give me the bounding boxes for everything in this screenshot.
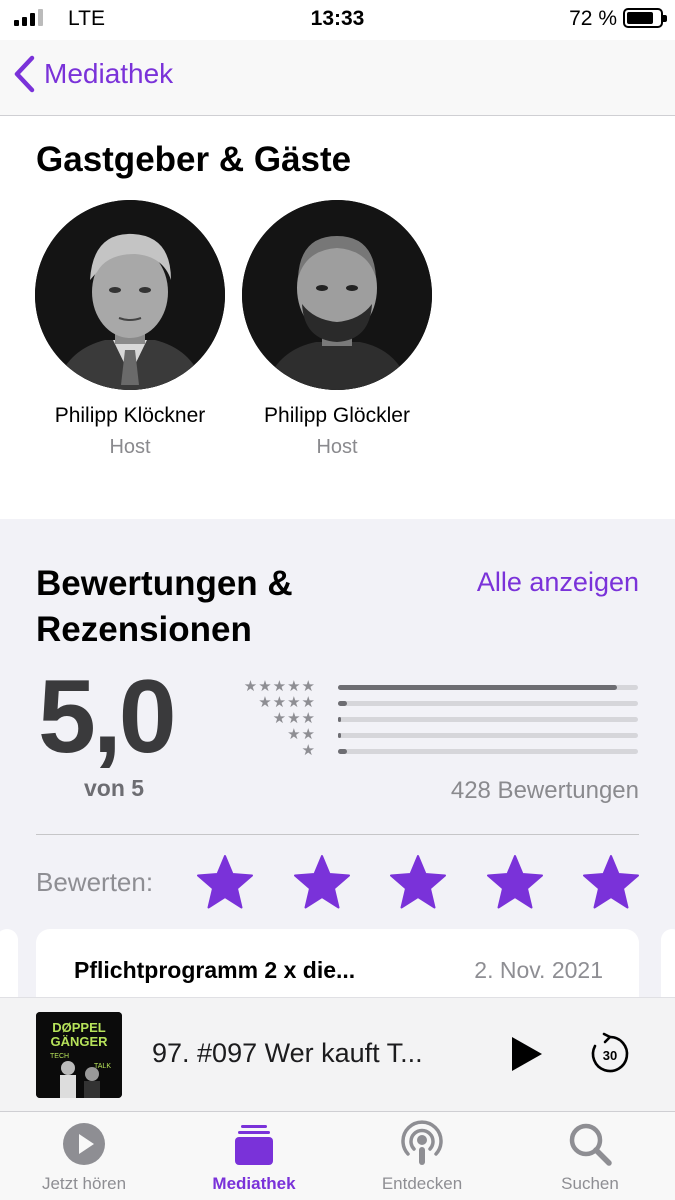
- back-button-label: Mediathek: [44, 58, 174, 89]
- play-circle-icon: [63, 1123, 105, 1165]
- tab-entdecken[interactable]: Entdecken: [352, 1120, 492, 1194]
- rating-bar-fill: [338, 733, 341, 738]
- star-row-3-icon: ★★★: [272, 710, 316, 727]
- see-all-link[interactable]: Alle anzeigen: [477, 567, 639, 598]
- host-card-glockler[interactable]: Philipp Glöckler Host: [237, 200, 437, 459]
- navigation-bar: Mediathek: [0, 40, 675, 116]
- rate-star-5-icon[interactable]: [582, 853, 640, 911]
- star-level-labels: ★★★★★ ★★★★ ★★★ ★★ ★: [228, 679, 316, 759]
- artwork-line-1: DØPPEL: [52, 1020, 106, 1035]
- ratings-section-title: Bewertungen & Rezensionen: [36, 561, 293, 653]
- hosts-section: Gastgeber & Gäste Philipp Klöckner Host: [0, 116, 675, 519]
- search-icon: [569, 1123, 612, 1166]
- ratings-title-line-2: Rezensionen: [36, 610, 252, 649]
- play-icon: [512, 1037, 542, 1071]
- tab-label: Mediathek: [212, 1174, 296, 1193]
- rate-label: Bewerten:: [36, 867, 154, 897]
- tab-suchen[interactable]: Suchen: [520, 1120, 660, 1194]
- tab-label: Suchen: [561, 1174, 619, 1193]
- star-row-1-icon: ★: [301, 742, 316, 759]
- artwork-line-2: GÄNGER: [50, 1034, 108, 1049]
- podcast-antenna-icon: [401, 1120, 443, 1165]
- rate-star-3-icon[interactable]: [389, 853, 447, 911]
- divider: [36, 834, 639, 835]
- tab-bar: Jetzt hören Mediathek Entdecken Suchen: [0, 1111, 675, 1200]
- rate-star-2-icon[interactable]: [293, 853, 351, 911]
- avatar: [35, 200, 225, 390]
- star-row-5-icon: ★★★★★: [243, 678, 316, 695]
- rate-star-4-icon[interactable]: [486, 853, 544, 911]
- rating-bar-1-stars: [338, 749, 638, 754]
- podcast-artwork: DØPPEL GÄNGER TECH TALK: [36, 1012, 122, 1098]
- host-name: Philipp Klöckner: [54, 404, 206, 427]
- host-role: Host: [316, 436, 358, 458]
- artwork-line-3: TECH: [50, 1053, 69, 1060]
- host-name: Philipp Glöckler: [264, 404, 410, 427]
- ratings-title-line-1: Bewertungen &: [36, 564, 293, 603]
- avatar: [242, 200, 432, 390]
- rating-bar-4-stars: [338, 701, 638, 706]
- mini-player[interactable]: DØPPEL GÄNGER TECH TALK 97. #097 Wer kau…: [0, 997, 675, 1111]
- tab-label: Jetzt hören: [41, 1174, 127, 1193]
- play-button[interactable]: [506, 1034, 546, 1074]
- battery-icon: [623, 8, 667, 28]
- average-rating: 5,0: [38, 659, 177, 775]
- review-title: Pflichtprogramm 2 x die...: [74, 957, 356, 983]
- ratings-section: Bewertungen & Rezensionen Alle anzeigen …: [0, 519, 675, 1029]
- rating-bar-fill: [338, 701, 347, 706]
- host-card-klockner[interactable]: Philipp Klöckner Host: [30, 200, 230, 459]
- tab-mediathek[interactable]: Mediathek: [184, 1120, 324, 1194]
- back-button[interactable]: Mediathek: [12, 54, 173, 94]
- skip-forward-button[interactable]: 30: [588, 1032, 632, 1076]
- host-role: Host: [109, 436, 151, 458]
- rating-bar-2-stars: [338, 733, 638, 738]
- rating-bar-3-stars: [338, 717, 638, 722]
- rating-bar-fill: [338, 717, 341, 722]
- battery-percent: 72 %: [569, 7, 617, 30]
- chevron-left-icon: [14, 55, 35, 93]
- skip-forward-30-icon: 30: [591, 1032, 629, 1073]
- rating-bar-fill: [338, 685, 617, 690]
- rate-stars: [196, 853, 640, 911]
- episode-title: 97. #097 Wer kauft T...: [152, 1038, 423, 1068]
- tab-label: Entdecken: [381, 1174, 463, 1193]
- star-row-2-icon: ★★: [287, 726, 316, 743]
- library-stack-icon: [235, 1125, 273, 1165]
- review-date: 2. Nov. 2021: [474, 957, 603, 983]
- status-bar: LTE 13:33 72 %: [0, 0, 675, 40]
- tab-jetzt-horen[interactable]: Jetzt hören: [14, 1120, 154, 1194]
- rating-distribution: [338, 685, 638, 765]
- skip-seconds: 30: [603, 1048, 617, 1063]
- rating-count: 428 Bewertungen: [450, 777, 639, 804]
- star-row-4-icon: ★★★★: [258, 694, 316, 711]
- rating-scale: von 5: [84, 775, 145, 801]
- rate-star-1-icon[interactable]: [196, 853, 254, 911]
- rating-bar-fill: [338, 749, 347, 754]
- hosts-section-title: Gastgeber & Gäste: [36, 140, 352, 179]
- rating-bar-5-stars: [338, 685, 638, 690]
